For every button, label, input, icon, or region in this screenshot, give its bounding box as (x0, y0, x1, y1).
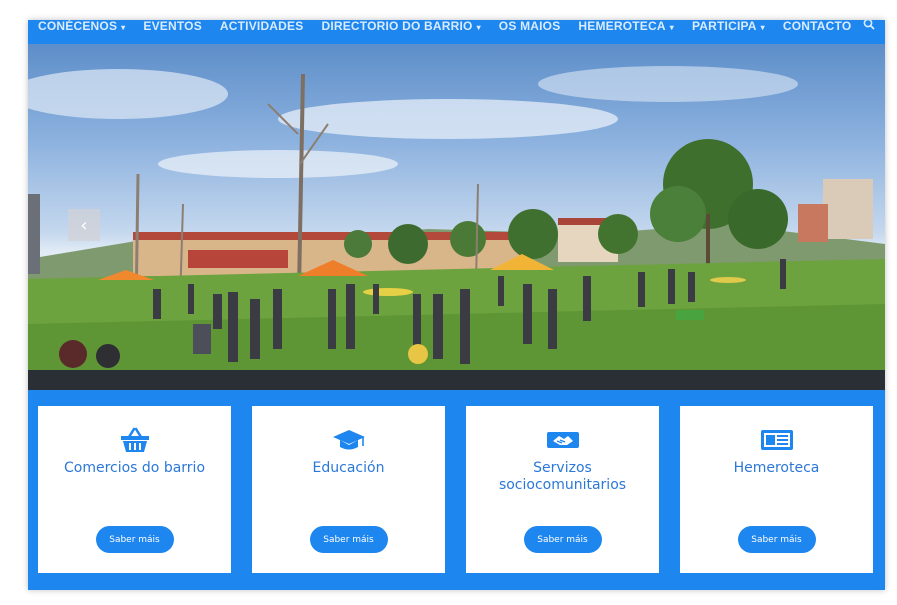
newspaper-icon (760, 426, 794, 454)
nav-item-eventos[interactable]: EVENTOS (143, 20, 202, 33)
nav-item-label: CONÉCENOS (38, 20, 118, 33)
nav-item-directorio[interactable]: DIRECTORIO DO BARRIO ▾ (321, 20, 480, 33)
card-title: Comercios do barrio (63, 460, 206, 476)
saber-mais-button[interactable]: Saber máis (737, 526, 816, 553)
saber-mais-button[interactable]: Saber máis (309, 526, 388, 553)
card-educacion: Educación Saber máis (252, 406, 445, 573)
nav-item-label: DIRECTORIO DO BARRIO (321, 20, 473, 33)
card-title: Servizos sociocomunitarios (498, 460, 627, 493)
chevron-down-icon: ▾ (669, 23, 674, 32)
hero-bottom-bar (28, 370, 885, 390)
chevron-down-icon: ▾ (121, 23, 126, 32)
page-frame: CONÉCENOS ▾ EVENTOS ACTIVIDADES DIRECTORI… (28, 20, 885, 590)
chevron-left-icon: ‹ (80, 214, 88, 236)
graduation-cap-icon (332, 426, 366, 454)
nav-item-hemeroteca[interactable]: HEMEROTECA ▾ (578, 20, 674, 33)
card-servizos: Servizos sociocomunitarios Saber máis (466, 406, 659, 573)
main-nav: CONÉCENOS ▾ EVENTOS ACTIVIDADES DIRECTORI… (28, 20, 885, 44)
card-hemeroteca: Hemeroteca Saber máis (680, 406, 873, 573)
services-section: Comercios do barrio Saber máis Educación… (28, 390, 885, 590)
hero-image (28, 66, 885, 370)
saber-mais-button[interactable]: Saber máis (523, 526, 602, 553)
nav-item-label: HEMEROTECA (578, 20, 666, 33)
nav-item-os-maios[interactable]: OS MAIOS (499, 20, 561, 33)
hero-slider: ‹ (28, 44, 885, 370)
nav-item-label: PARTICIPA (691, 20, 757, 33)
nav-items: CONÉCENOS ▾ EVENTOS ACTIVIDADES DIRECTORI… (28, 20, 851, 39)
nav-item-label: OS MAIOS (498, 20, 561, 33)
card-comercios: Comercios do barrio Saber máis (38, 406, 231, 573)
saber-mais-button[interactable]: Saber máis (95, 526, 174, 553)
chevron-down-icon: ▾ (476, 23, 481, 32)
nav-item-label: ACTIVIDADES (219, 20, 304, 33)
card-title: Educación (312, 460, 385, 476)
basket-icon (119, 426, 151, 454)
nav-item-contacto[interactable]: CONTACTO (783, 20, 852, 33)
nav-item-label: CONTACTO (782, 20, 852, 33)
card-title: Hemeroteca (733, 460, 820, 476)
nav-item-label: EVENTOS (143, 20, 202, 33)
chevron-down-icon: ▾ (760, 23, 765, 32)
nav-item-participa[interactable]: PARTICIPA ▾ (692, 20, 765, 33)
handshake-icon (546, 426, 580, 454)
nav-item-conecenos[interactable]: CONÉCENOS ▾ (38, 20, 125, 33)
nav-item-actividades[interactable]: ACTIVIDADES (220, 20, 304, 33)
slider-prev-button[interactable]: ‹ (68, 209, 100, 241)
search-icon[interactable] (863, 20, 875, 34)
